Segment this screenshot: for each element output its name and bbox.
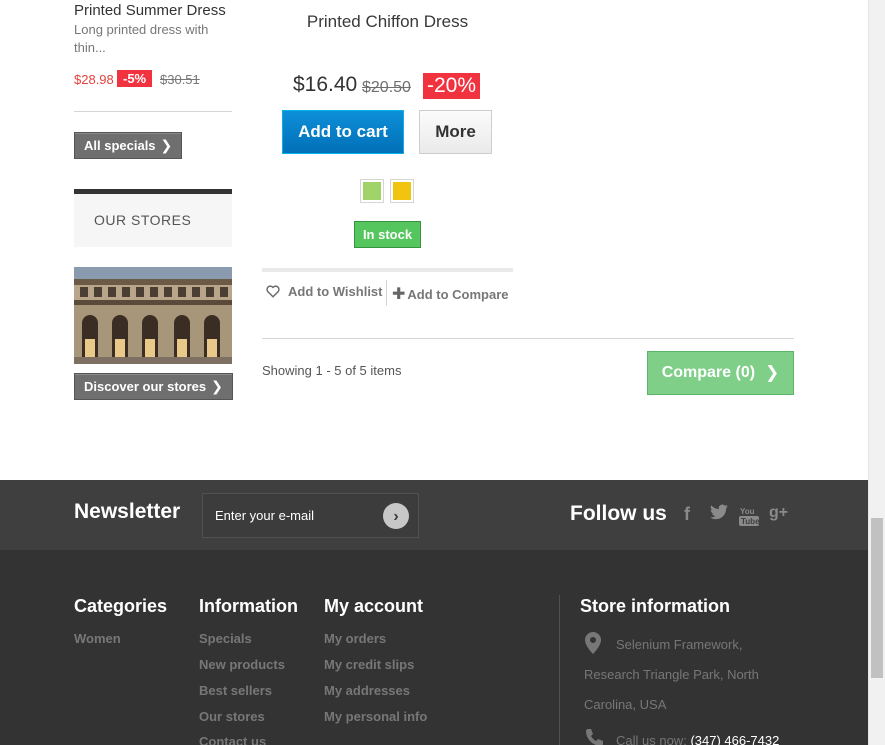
newsletter-submit-button[interactable]: › (383, 503, 409, 529)
phone-number[interactable]: (347) 466-7432 (690, 733, 779, 745)
swatch-fill (393, 182, 411, 200)
product-old-price: $20.50 (362, 79, 411, 96)
chevron-right-icon: ❯ (211, 378, 223, 394)
special-product-price: $28.98 (74, 72, 114, 87)
newsletter-email-input[interactable]: Enter your e-mail › (202, 493, 419, 538)
functional-divider (386, 280, 387, 306)
special-discount-badge: -5% (117, 70, 153, 87)
store-address-line-2: Research Triangle Park, North (584, 667, 759, 682)
footer-link-my-credit-slips[interactable]: My credit slips (324, 657, 414, 672)
store-image[interactable] (74, 267, 232, 364)
page-scrollbar[interactable] (868, 0, 885, 745)
scrollbar-thumb[interactable] (871, 518, 883, 678)
chevron-right-icon: ❯ (160, 137, 173, 153)
store-address-line-3: Carolina, USA (584, 697, 667, 712)
all-specials-label: All specials (84, 138, 156, 153)
swatch-fill (363, 182, 381, 200)
plus-icon: ✚ (392, 286, 406, 303)
special-old-price: $30.51 (160, 72, 200, 87)
footer-link-my-addresses[interactable]: My addresses (324, 683, 410, 698)
availability-badge: In stock (354, 221, 421, 248)
footer-link-specials[interactable]: Specials (199, 631, 252, 646)
newsletter-bar: Newsletter Enter your e-mail › Follow us… (0, 480, 868, 550)
my-account-title[interactable]: My account (324, 596, 423, 617)
compare-label: Add to Compare (407, 286, 509, 302)
map-marker-icon (585, 632, 601, 654)
store-phone: Call us now: (347) 466-7432 (616, 733, 779, 745)
color-swatch-green[interactable] (360, 179, 384, 203)
svg-text:Tube: Tube (741, 517, 759, 526)
footer-link-our-stores[interactable]: Our stores (199, 709, 265, 724)
facebook-icon[interactable]: f (684, 504, 690, 525)
chevron-right-icon: ❯ (765, 363, 780, 382)
all-specials-button[interactable]: All specials ❯ (74, 132, 183, 159)
sidebar-divider (74, 111, 232, 112)
youtube-icon[interactable]: You Tube (739, 506, 760, 529)
footer-main: Categories Women Information Specials Ne… (0, 550, 868, 745)
more-button[interactable]: More (419, 110, 492, 154)
information-title: Information (199, 596, 298, 616)
showing-items-text: Showing 1 - 5 of 5 items (262, 363, 402, 378)
special-product-name[interactable]: Printed Summer Dress (74, 2, 226, 19)
wishlist-label: Add to Wishlist (288, 284, 383, 299)
footer-link-my-orders[interactable]: My orders (324, 631, 386, 646)
footer-link-contact-us[interactable]: Contact us (199, 734, 266, 745)
newsletter-title: Newsletter (74, 500, 181, 523)
product-name[interactable]: Printed Chiffon Dress (262, 12, 513, 32)
heart-icon (266, 285, 280, 298)
store-address-line-1: Selenium Framework, (616, 637, 743, 652)
product-price: $16.40 (293, 73, 358, 96)
product-discount-badge: -20% (423, 73, 481, 99)
google-plus-icon[interactable]: g+ (769, 504, 788, 522)
listing-divider (262, 338, 794, 339)
color-swatch-yellow[interactable] (390, 179, 414, 203)
more-label: More (435, 122, 476, 141)
twitter-icon[interactable] (710, 504, 728, 525)
discover-stores-label: Discover our stores (84, 379, 207, 394)
special-product-description: Long printed dress with thin... (74, 22, 209, 55)
call-us-label: Call us now: (616, 733, 687, 745)
discover-stores-button[interactable]: Discover our stores ❯ (74, 373, 233, 400)
compare-button-label: Compare (0) (661, 364, 756, 381)
footer-link-women[interactable]: Women (74, 631, 121, 646)
footer-link-new-products[interactable]: New products (199, 657, 285, 672)
phone-icon (586, 729, 603, 745)
footer-link-my-personal-info[interactable]: My personal info (324, 709, 427, 724)
footer-link-best-sellers[interactable]: Best sellers (199, 683, 272, 698)
our-stores-title[interactable]: OUR STORES (94, 212, 191, 228)
our-stores-block: OUR STORES (74, 189, 232, 247)
add-to-compare-link[interactable]: ✚ Add to Compare (392, 284, 509, 304)
add-to-wishlist-link[interactable]: Add to Wishlist (266, 284, 383, 299)
categories-title: Categories (74, 596, 168, 616)
chevron-right-icon: › (393, 507, 399, 525)
svg-text:You: You (740, 507, 755, 516)
add-to-cart-button[interactable]: Add to cart (282, 110, 404, 154)
store-information-title: Store information (580, 596, 731, 616)
compare-button[interactable]: Compare (0) ❯ (647, 351, 794, 395)
newsletter-placeholder: Enter your e-mail (215, 508, 314, 523)
add-to-cart-label: Add to cart (298, 122, 388, 141)
footer-column-divider (559, 595, 560, 745)
product-functional-buttons: Add to Wishlist ✚ Add to Compare (262, 268, 513, 306)
follow-us-title: Follow us (570, 502, 667, 525)
